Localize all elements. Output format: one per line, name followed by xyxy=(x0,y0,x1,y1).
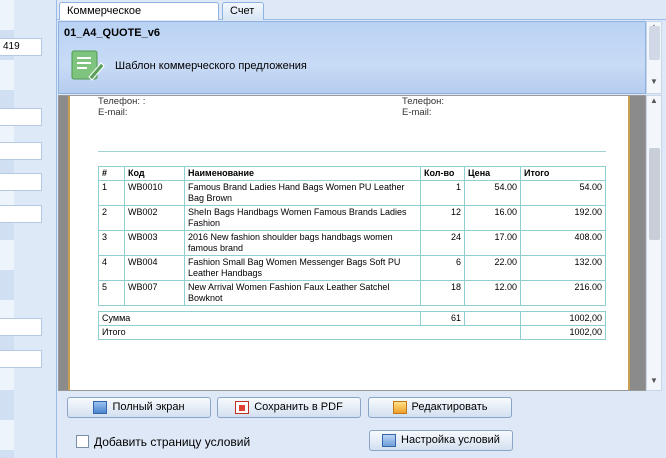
cell-price: 16.00 xyxy=(464,205,521,231)
cell-code: WB007 xyxy=(124,280,185,306)
sum-value: 1002,00 xyxy=(520,311,606,326)
sum-qty: 61 xyxy=(420,311,465,326)
sum-row: Сумма 61 1002,00 xyxy=(98,311,606,326)
email-label: E-mail: xyxy=(402,107,432,118)
tab-invoice[interactable]: Счет xyxy=(222,2,264,20)
cell-number: 3 xyxy=(98,230,125,256)
cell-qty: 6 xyxy=(420,255,465,281)
col-code: Код xyxy=(124,166,185,181)
left-panel-field[interactable] xyxy=(0,350,42,368)
template-header[interactable]: 01_A4_QUOTE_v6 Шаблон коммерческого пред… xyxy=(58,21,646,94)
left-panel-field[interactable]: 419 xyxy=(0,38,42,56)
pdf-icon xyxy=(235,401,250,414)
table-row: 2 WB002 SheIn Bags Handbags Women Famous… xyxy=(98,205,606,231)
fullscreen-label: Полный экран xyxy=(112,401,185,413)
document-page: Телефон: : E-mail: Телефон: E-mail: # Ко… xyxy=(68,96,630,390)
tab-bar: Коммерческое предложение Счет xyxy=(57,0,666,33)
main-panel: 01_A4_QUOTE_v6 Шаблон коммерческого пред… xyxy=(57,20,666,458)
cell-name: 2016 New fashion shoulder bags handbags … xyxy=(184,230,421,256)
total-row: Итого 1002,00 xyxy=(98,325,606,340)
contact-left: Телефон: : E-mail: xyxy=(98,96,145,118)
cell-code: WB003 xyxy=(124,230,185,256)
cell-code: WB004 xyxy=(124,255,185,281)
cell-name: New Arrival Women Fashion Faux Leather S… xyxy=(184,280,421,306)
table-row: 4 WB004 Fashion Small Bag Women Messenge… xyxy=(98,255,606,281)
fullscreen-icon xyxy=(93,401,108,414)
table-header-row: # Код Наименование Кол-во Цена Итого xyxy=(98,166,606,181)
cell-total: 216.00 xyxy=(520,280,606,306)
cell-qty: 24 xyxy=(420,230,465,256)
cell-name: SheIn Bags Handbags Women Famous Brands … xyxy=(184,205,421,231)
cell-name: Famous Brand Ladies Hand Bags Women PU L… xyxy=(184,180,421,206)
phone-label: Телефон: : xyxy=(98,96,146,107)
edit-icon xyxy=(392,401,407,414)
terms-settings-label: Настройка условий xyxy=(401,434,500,446)
template-title: 01_A4_QUOTE_v6 xyxy=(64,27,160,39)
sum-label: Сумма xyxy=(98,311,421,326)
cell-price: 12.00 xyxy=(464,280,521,306)
email-label: E-mail: xyxy=(98,107,128,118)
scroll-up-icon[interactable]: ▲ xyxy=(650,96,658,105)
scroll-down-icon[interactable]: ▼ xyxy=(650,77,658,86)
left-panel-edge xyxy=(0,0,14,458)
left-side-panel: 419 xyxy=(0,0,57,458)
items-table: # Код Наименование Кол-во Цена Итого 1 W… xyxy=(98,166,606,306)
terms-settings-button[interactable]: Настройка условий xyxy=(369,430,513,451)
template-subtitle: Шаблон коммерческого предложения xyxy=(115,60,307,72)
col-price: Цена xyxy=(464,166,521,181)
cell-qty: 18 xyxy=(420,280,465,306)
cell-total: 408.00 xyxy=(520,230,606,256)
left-panel-field[interactable] xyxy=(0,318,42,336)
document-edit-icon xyxy=(71,50,105,81)
totals-table: Сумма 61 1002,00 Итого 1002,00 xyxy=(98,311,606,340)
document-preview: Телефон: : E-mail: Телефон: E-mail: # Ко… xyxy=(58,95,646,391)
cell-code: WB002 xyxy=(124,205,185,231)
cell-price: 22.00 xyxy=(464,255,521,281)
col-total: Итого xyxy=(520,166,606,181)
table-row: 5 WB007 New Arrival Women Fashion Faux L… xyxy=(98,280,606,306)
add-terms-page-label[interactable]: Добавить страницу условий xyxy=(94,435,250,449)
cell-qty: 12 xyxy=(420,205,465,231)
left-panel-field[interactable] xyxy=(0,108,42,126)
contact-right: Телефон: E-mail: xyxy=(402,96,444,118)
settings-icon xyxy=(382,434,397,447)
edit-label: Редактировать xyxy=(411,401,488,413)
left-panel-field[interactable] xyxy=(0,173,42,191)
sum-empty xyxy=(464,311,521,326)
col-name: Наименование xyxy=(184,166,421,181)
cell-number: 1 xyxy=(98,180,125,206)
preview-scrollbar[interactable]: ▲ ▼ xyxy=(646,95,662,391)
cell-total: 54.00 xyxy=(520,180,606,206)
scroll-down-icon[interactable]: ▼ xyxy=(650,376,658,385)
phone-label: Телефон: xyxy=(402,96,445,107)
edit-button[interactable]: Редактировать xyxy=(368,397,512,418)
cell-code: WB0010 xyxy=(124,180,185,206)
divider xyxy=(98,151,606,152)
table-row: 1 WB0010 Famous Brand Ladies Hand Bags W… xyxy=(98,180,606,206)
cell-number: 5 xyxy=(98,280,125,306)
cell-qty: 1 xyxy=(420,180,465,206)
header-scrollbar[interactable]: ▲ ▼ xyxy=(646,21,662,94)
scrollbar-thumb[interactable] xyxy=(649,26,660,60)
cell-total: 132.00 xyxy=(520,255,606,281)
cell-number: 2 xyxy=(98,205,125,231)
total-label: Итого xyxy=(98,325,521,340)
cell-price: 17.00 xyxy=(464,230,521,256)
col-number: # xyxy=(98,166,125,181)
cell-price: 54.00 xyxy=(464,180,521,206)
cell-name: Fashion Small Bag Women Messenger Bags S… xyxy=(184,255,421,281)
scrollbar-thumb[interactable] xyxy=(649,148,660,240)
save-pdf-label: Сохранить в PDF xyxy=(254,401,343,413)
save-pdf-button[interactable]: Сохранить в PDF xyxy=(217,397,361,418)
left-panel-field[interactable] xyxy=(0,142,42,160)
tab-commercial-offer[interactable]: Коммерческое предложение xyxy=(59,2,219,33)
left-panel-field[interactable] xyxy=(0,205,42,223)
total-value: 1002,00 xyxy=(520,325,606,340)
col-qty: Кол-во xyxy=(420,166,465,181)
fullscreen-button[interactable]: Полный экран xyxy=(67,397,211,418)
cell-number: 4 xyxy=(98,255,125,281)
table-row: 3 WB003 2016 New fashion shoulder bags h… xyxy=(98,230,606,256)
cell-total: 192.00 xyxy=(520,205,606,231)
add-terms-page-checkbox[interactable] xyxy=(76,435,89,448)
